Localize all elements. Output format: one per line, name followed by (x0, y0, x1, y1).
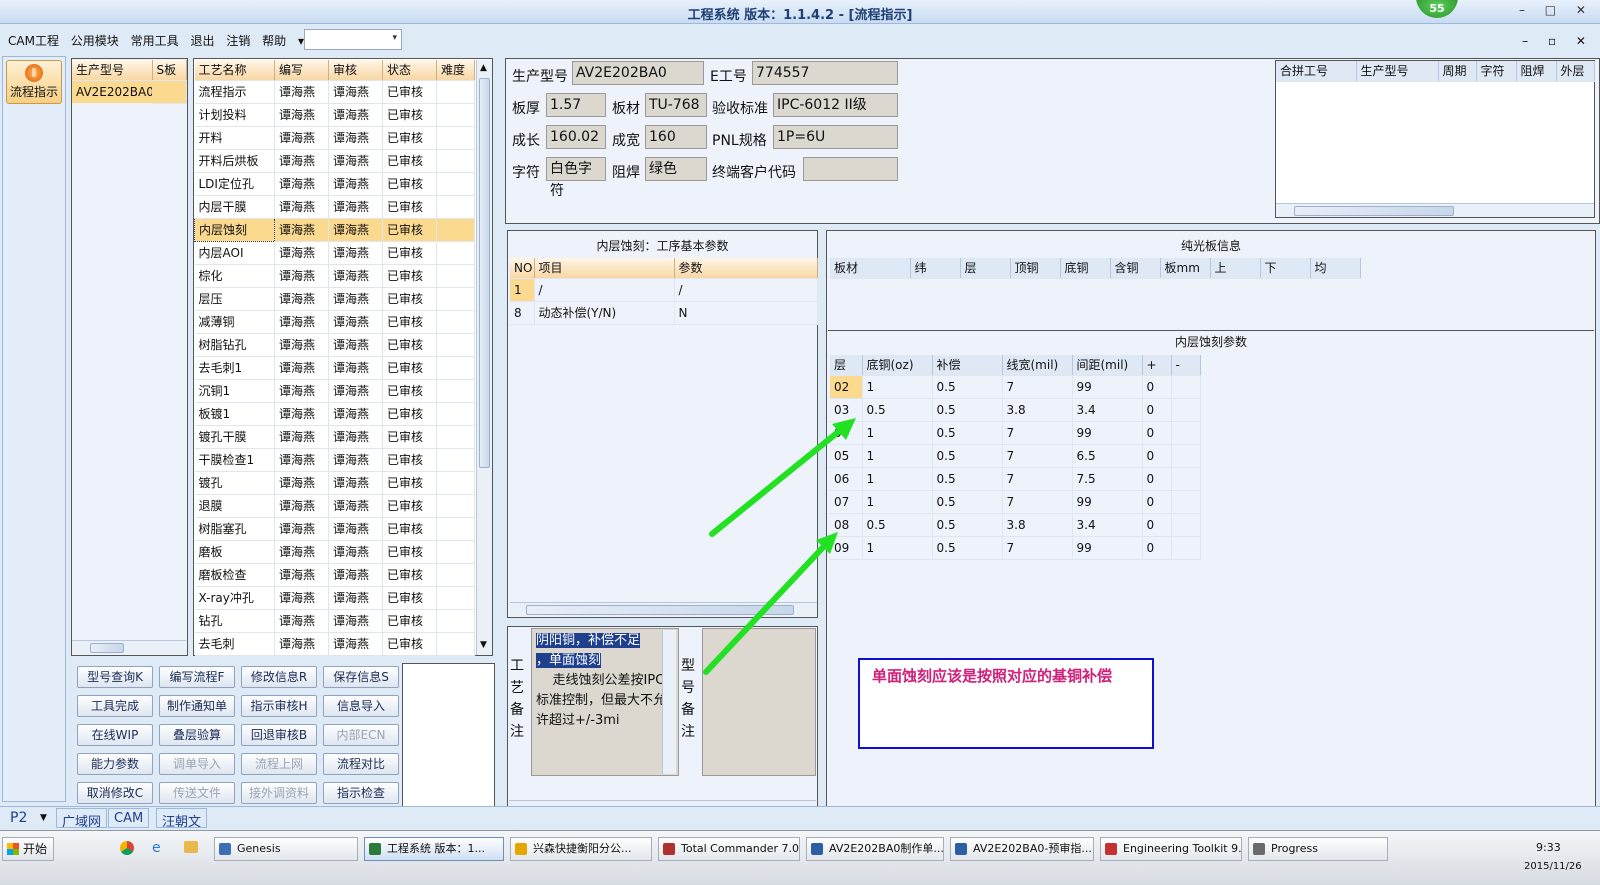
taskbar-item-label: Genesis (237, 842, 281, 855)
annotation-text: 单面蚀刻应该是按照对应的基铜补偿 (872, 667, 1113, 685)
app-icon (369, 843, 381, 855)
ie-icon[interactable]: e (152, 840, 161, 856)
taskbar-item-label: AV2E202BA0-预审指... (973, 842, 1092, 855)
chrome-icon[interactable] (120, 841, 134, 855)
windows-logo-icon (7, 843, 19, 855)
taskbar-item[interactable]: 工程系统 版本：1... (364, 837, 504, 861)
taskbar-item[interactable]: Total Commander 7.0... (658, 837, 800, 861)
taskbar-item-label: Total Commander 7.0... (681, 842, 800, 855)
taskbar: 开始 e Genesis 工程系统 版本：1... 兴森快捷衡阳分公... Total… (0, 830, 1600, 885)
app-icon (219, 843, 231, 855)
app-icon (1105, 843, 1117, 855)
taskbar-item[interactable]: 兴森快捷衡阳分公... (510, 837, 652, 861)
taskbar-item[interactable]: Progress (1248, 837, 1388, 861)
taskbar-item[interactable]: Engineering Toolkit 9.... (1100, 837, 1242, 861)
date[interactable]: 2015/11/26 (1524, 861, 1582, 872)
taskbar-item[interactable]: Genesis (214, 837, 358, 861)
status-bar: P2 ▼ 广域网 CAM 汪朝文 (0, 806, 1600, 830)
taskbar-item-label: Engineering Toolkit 9.... (1123, 842, 1242, 855)
taskbar-item-label: Progress (1271, 842, 1318, 855)
taskbar-item[interactable]: AV2E202BA0制作单... (806, 837, 944, 861)
arrow-lower (703, 538, 832, 675)
annotation-box: 单面蚀刻应该是按照对应的基铜补偿 (858, 658, 1154, 749)
tab-wan[interactable]: 广域网 (56, 808, 108, 830)
taskbar-item-label: AV2E202BA0制作单... (829, 842, 944, 855)
taskbar-item-label: 工程系统 版本：1... (387, 842, 485, 855)
annotation-arrows (703, 418, 856, 675)
start-label: 开始 (23, 842, 48, 856)
status-p2[interactable]: P2 (10, 810, 27, 826)
app-icon (1253, 843, 1265, 855)
taskbar-item[interactable]: AV2E202BA0-预审指... (950, 837, 1094, 861)
arrow-upper (709, 421, 851, 537)
start-button[interactable]: 开始 (2, 837, 54, 861)
app-icon (811, 843, 823, 855)
clock[interactable]: 9:33 (1536, 841, 1561, 854)
folder-icon[interactable] (184, 841, 198, 853)
tab-cam[interactable]: CAM (108, 808, 150, 828)
chevron-down-icon[interactable]: ▼ (40, 813, 47, 823)
app-icon (663, 843, 675, 855)
app-icon (515, 843, 527, 855)
app-icon (955, 843, 967, 855)
tab-user[interactable]: 汪朝文 (156, 808, 208, 830)
taskbar-item-label: 兴森快捷衡阳分公... (533, 842, 632, 855)
